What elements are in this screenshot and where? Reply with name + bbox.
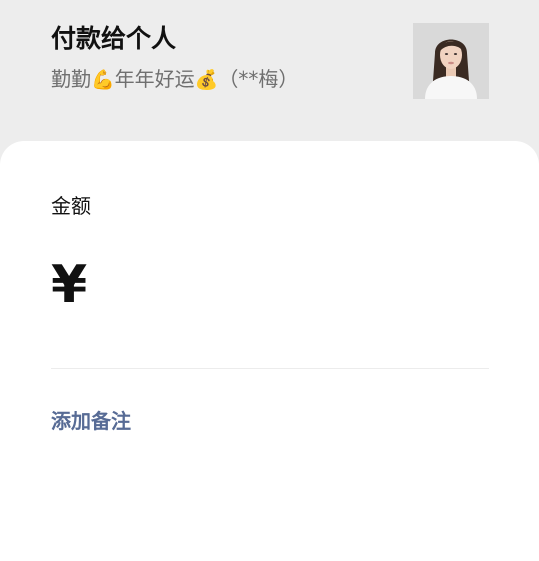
payee-header: 付款给个人 勤勤💪年年好运💰（**梅） — [0, 0, 539, 145]
payment-card: 金额 ¥ 添加备注 — [0, 141, 539, 561]
payee-name-middle: 年年好运 — [114, 67, 195, 91]
profile-photo-icon — [413, 23, 489, 99]
currency-symbol: ¥ — [51, 255, 88, 315]
payee-name: 勤勤💪年年好运💰（**梅） — [51, 64, 298, 95]
amount-label: 金额 — [51, 194, 91, 218]
amount-input[interactable]: ¥ — [51, 249, 489, 321]
divider — [51, 368, 489, 369]
payee-name-prefix: 勤勤 — [51, 67, 91, 91]
page-title: 付款给个人 — [51, 24, 177, 53]
money-bag-icon: 💰 — [194, 69, 219, 91]
add-remark-link[interactable]: 添加备注 — [51, 406, 131, 436]
flexed-biceps-icon: 💪 — [91, 69, 115, 91]
payee-real-name: （**梅） — [218, 67, 299, 91]
avatar — [413, 23, 489, 99]
